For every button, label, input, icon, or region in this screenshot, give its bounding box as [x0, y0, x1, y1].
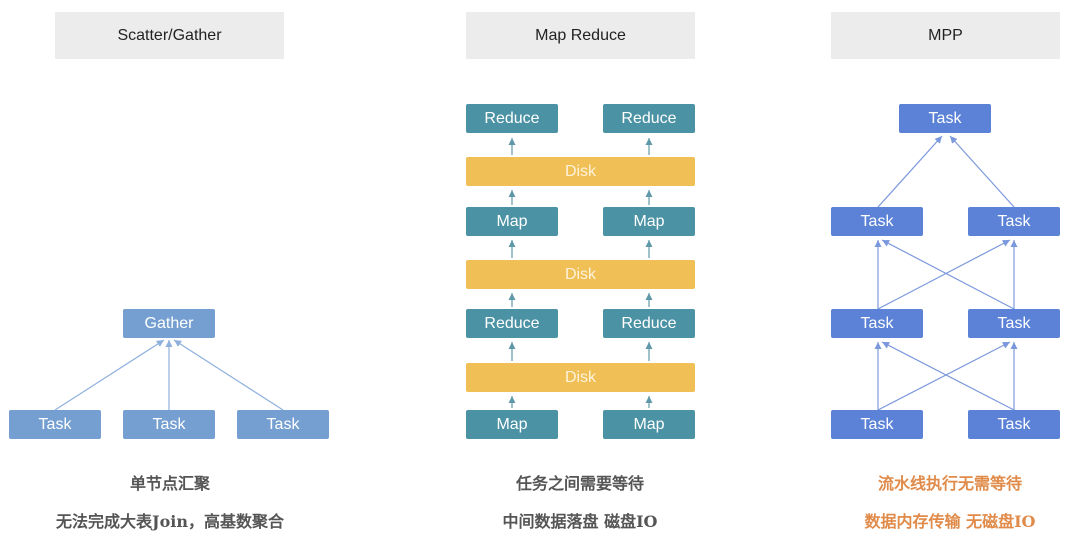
task-node: Task	[831, 410, 923, 439]
scatter-gather-header: Scatter/Gather	[55, 12, 284, 59]
edge-l3left-l2right	[877, 239, 1011, 310]
edge-task3-gather	[173, 339, 284, 411]
map-node: Map	[603, 207, 695, 236]
task-node: Task	[123, 410, 215, 439]
edge-l2right-top	[949, 135, 1015, 208]
scatter-gather-edges	[54, 339, 284, 411]
edge-l4right-l3left	[881, 341, 1015, 411]
task-node: Task	[899, 104, 991, 133]
scatter-gather-caption-line2: 无法完成大表Join，高基数聚合	[56, 512, 284, 531]
task-node: Task	[831, 207, 923, 236]
edge-l3right-l2left	[881, 239, 1015, 310]
reduce-node: Reduce	[603, 309, 695, 338]
task-node: Task	[968, 410, 1060, 439]
edge-l4left-l3right	[877, 341, 1011, 411]
mpp-edges	[874, 135, 1018, 411]
disk-node: Disk	[466, 363, 695, 392]
map-node: Map	[466, 410, 558, 439]
disk-node: Disk	[466, 157, 695, 186]
edge-task1-gather	[54, 339, 165, 411]
task-node: Task	[831, 309, 923, 338]
map-reduce-caption-line1: 任务之间需要等待	[515, 474, 644, 493]
task-node: Task	[237, 410, 329, 439]
mpp-caption-line1: 流水线执行无需等待	[877, 474, 1022, 493]
edge-l2left-top	[877, 135, 943, 208]
task-node: Task	[968, 207, 1060, 236]
mpp-caption-line2: 数据内存传输 无磁盘IO	[864, 512, 1036, 531]
map-node: Map	[603, 410, 695, 439]
map-reduce-caption-line2: 中间数据落盘 磁盘IO	[502, 512, 658, 531]
scatter-gather-caption-line1: 单节点汇聚	[129, 474, 210, 493]
reduce-node: Reduce	[466, 309, 558, 338]
task-node: Task	[9, 410, 101, 439]
task-node: Task	[968, 309, 1060, 338]
gather-node: Gather	[123, 309, 215, 338]
map-reduce-header: Map Reduce	[466, 12, 695, 59]
reduce-node: Reduce	[603, 104, 695, 133]
reduce-node: Reduce	[466, 104, 558, 133]
mpp-header: MPP	[831, 12, 1060, 59]
map-node: Map	[466, 207, 558, 236]
disk-node: Disk	[466, 260, 695, 289]
